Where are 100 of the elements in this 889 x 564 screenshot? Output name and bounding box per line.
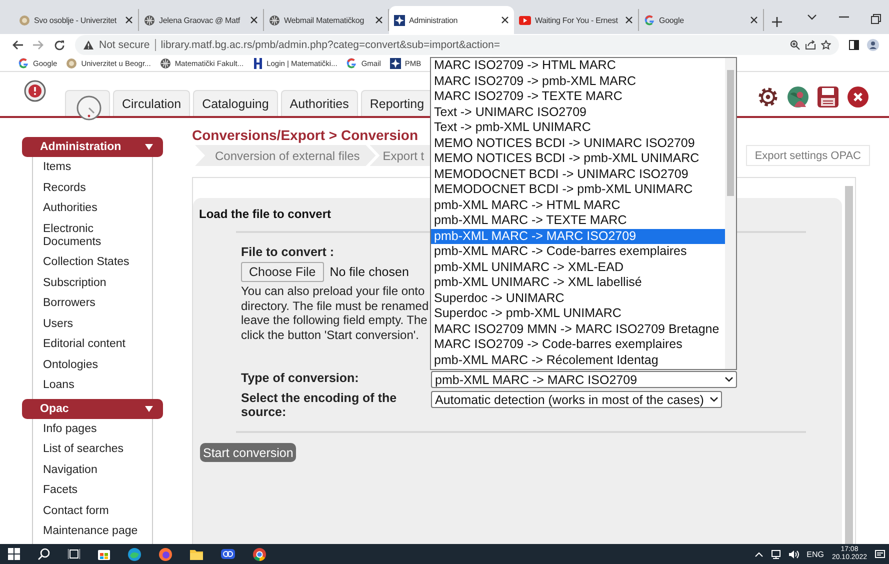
gear-icon[interactable]: [757, 86, 779, 108]
scrollbar[interactable]: [845, 186, 853, 544]
address-bar[interactable]: Not secure library.matf.bg.ac.rs/pmb/admin.php?categ=convert&sub=import&action=: [75, 35, 839, 55]
sidebar-item[interactable]: Navigation: [43, 460, 152, 481]
globe-person-icon[interactable]: [787, 86, 809, 108]
save-icon[interactable]: [817, 86, 839, 108]
dropdown-option[interactable]: Superdoc -> UNIMARC: [431, 290, 725, 306]
dropdown-option[interactable]: MARC ISO2709 -> TEXTE MARC: [431, 89, 725, 104]
nav-tab[interactable]: Cataloguing: [193, 90, 278, 116]
language-indicator[interactable]: ENG: [806, 550, 824, 558]
sidebar-item[interactable]: Facets: [43, 481, 152, 502]
nav-tab[interactable]: Authorities: [280, 90, 358, 116]
plus-icon[interactable]: [772, 17, 782, 27]
encoding-select[interactable]: Automatic detection (works in most of the cases): [431, 391, 722, 408]
search-icon[interactable]: [38, 548, 50, 560]
share-icon[interactable]: [805, 40, 816, 50]
side-panel-icon[interactable]: [849, 40, 859, 50]
folder-icon[interactable]: [190, 548, 203, 560]
store-icon[interactable]: [98, 548, 110, 560]
sidebar-item[interactable]: Items: [43, 158, 152, 178]
dropdown-option[interactable]: MARC ISO2709 MMN -> MARC ISO2709 Bretagne: [431, 322, 725, 337]
close-icon[interactable]: [750, 16, 758, 24]
sidebar-item[interactable]: Editorial content: [43, 335, 152, 356]
dropdown-option[interactable]: MARC ISO2709 -> pmb-XML MARC: [431, 74, 725, 89]
profile-icon[interactable]: [867, 39, 879, 51]
conversion-select[interactable]: pmb-XML MARC -> MARC ISO2709: [431, 371, 737, 388]
app-icon[interactable]: [221, 549, 235, 559]
nav-tab[interactable]: Circulation: [113, 90, 190, 116]
sidebar-item[interactable]: Info pages: [43, 420, 152, 440]
network-icon[interactable]: [770, 550, 781, 558]
dropdown-option[interactable]: Text -> pmb-XML UNIMARC: [431, 120, 725, 136]
star-icon[interactable]: [821, 40, 831, 50]
reload-icon[interactable]: [54, 40, 65, 50]
start-conversion-button[interactable]: Start conversion: [200, 443, 296, 462]
task-view-icon[interactable]: [68, 548, 80, 560]
breadcrumb-step[interactable]: Export t: [370, 145, 432, 166]
chevron-up-icon[interactable]: [754, 552, 763, 556]
speaker-icon[interactable]: [788, 550, 799, 558]
breadcrumb-step[interactable]: Conversion of external files: [195, 145, 376, 166]
close-icon[interactable]: [125, 16, 133, 24]
browser-tab[interactable]: Waiting For You - Ernest: [514, 9, 639, 31]
sidebar-item[interactable]: Contact form: [43, 502, 152, 522]
gauge-icon: [76, 95, 102, 121]
globe-icon: [269, 14, 280, 26]
warning-icon: [83, 40, 94, 50]
dropdown-option[interactable]: pmb-XML UNIMARC -> XML labellisé: [431, 275, 725, 290]
sidebar-item[interactable]: Collection States: [43, 253, 152, 274]
sidebar-header[interactable]: Administration: [22, 137, 163, 157]
sidebar-item[interactable]: Maintenance page: [43, 522, 152, 542]
dropdown-option[interactable]: pmb-XML MARC -> HTML MARC: [431, 198, 725, 213]
minimize-icon[interactable]: [839, 14, 849, 20]
sidebar-item[interactable]: Records: [43, 178, 152, 199]
google-icon: [346, 58, 358, 69]
back-icon[interactable]: [12, 40, 23, 50]
sidebar-header[interactable]: Opac: [22, 398, 163, 418]
notification-icon[interactable]: [875, 550, 885, 558]
file-status: No file chosen: [330, 265, 409, 279]
sidebar-item[interactable]: Users: [43, 314, 152, 335]
chrome-icon[interactable]: [253, 548, 266, 560]
dropdown-option[interactable]: MARC ISO2709 -> HTML MARC: [431, 58, 725, 74]
dropdown-option[interactable]: Superdoc -> pmb-XML UNIMARC: [431, 306, 725, 322]
sidebar-item[interactable]: Authorities: [43, 199, 152, 220]
scrollbar[interactable]: [725, 58, 736, 369]
restore-icon[interactable]: [871, 14, 881, 24]
dropdown-option[interactable]: pmb-XML MARC -> Récolement Identag: [431, 352, 725, 368]
dropdown-option[interactable]: MEMO NOTICES BCDI -> UNIMARC ISO2709: [431, 136, 725, 151]
choose-file-button[interactable]: Choose File: [241, 262, 324, 282]
close-icon[interactable]: [250, 16, 258, 24]
browser-tab[interactable]: Svo osoblje - Univerzitet: [14, 9, 139, 31]
alert-icon[interactable]: [24, 80, 46, 102]
dropdown-option[interactable]: pmb-XML MARC -> MARC ISO2709: [431, 228, 725, 244]
dropdown-option[interactable]: pmb-XML UNIMARC -> XML-EAD: [431, 260, 725, 275]
close-icon[interactable]: [375, 16, 383, 24]
sidebar-item[interactable]: List of searches: [43, 440, 152, 460]
sidebar-item[interactable]: Loans: [43, 376, 152, 396]
h-logo-icon: [252, 58, 263, 69]
browser-tab[interactable]: Jelena Graovac @ Matf: [139, 9, 264, 31]
browser-tab[interactable]: Google: [639, 9, 764, 31]
crest-icon: [19, 14, 30, 26]
close-icon[interactable]: [847, 86, 869, 108]
firefox-icon[interactable]: [159, 548, 172, 560]
browser-tab[interactable]: Administration: [389, 6, 514, 34]
edge-icon[interactable]: [128, 548, 141, 560]
field-label: Type of conversion:: [241, 371, 359, 385]
close-icon[interactable]: [625, 16, 633, 24]
sidebar-item[interactable]: Borrowers: [43, 294, 152, 314]
close-icon[interactable]: [501, 16, 509, 24]
zoom-icon[interactable]: [790, 40, 800, 50]
sidebar-item[interactable]: Ontologies: [43, 356, 152, 376]
chevron-down-icon[interactable]: [807, 14, 817, 20]
dropdown-option[interactable]: Text -> UNIMARC ISO2709: [431, 104, 725, 120]
dropdown-option[interactable]: MEMODOCNET BCDI -> UNIMARC ISO2709: [431, 166, 725, 182]
dropdown-option[interactable]: pmb-XML MARC -> Code-barres exemplaires: [431, 244, 725, 260]
dropdown-option[interactable]: MARC ISO2709 -> Code-barres exemplaires: [431, 337, 725, 352]
dropdown-option[interactable]: MEMODOCNET BCDI -> pmb-XML UNIMARC: [431, 182, 725, 198]
dropdown-option[interactable]: pmb-XML MARC -> TEXTE MARC: [431, 213, 725, 228]
sidebar-item[interactable]: Subscription: [43, 274, 152, 294]
dropdown-option[interactable]: MEMO NOTICES BCDI -> pmb-XML UNIMARC: [431, 151, 725, 166]
sidebar-item[interactable]: Electronic Documents: [43, 220, 152, 253]
windows-icon[interactable]: [8, 548, 20, 560]
